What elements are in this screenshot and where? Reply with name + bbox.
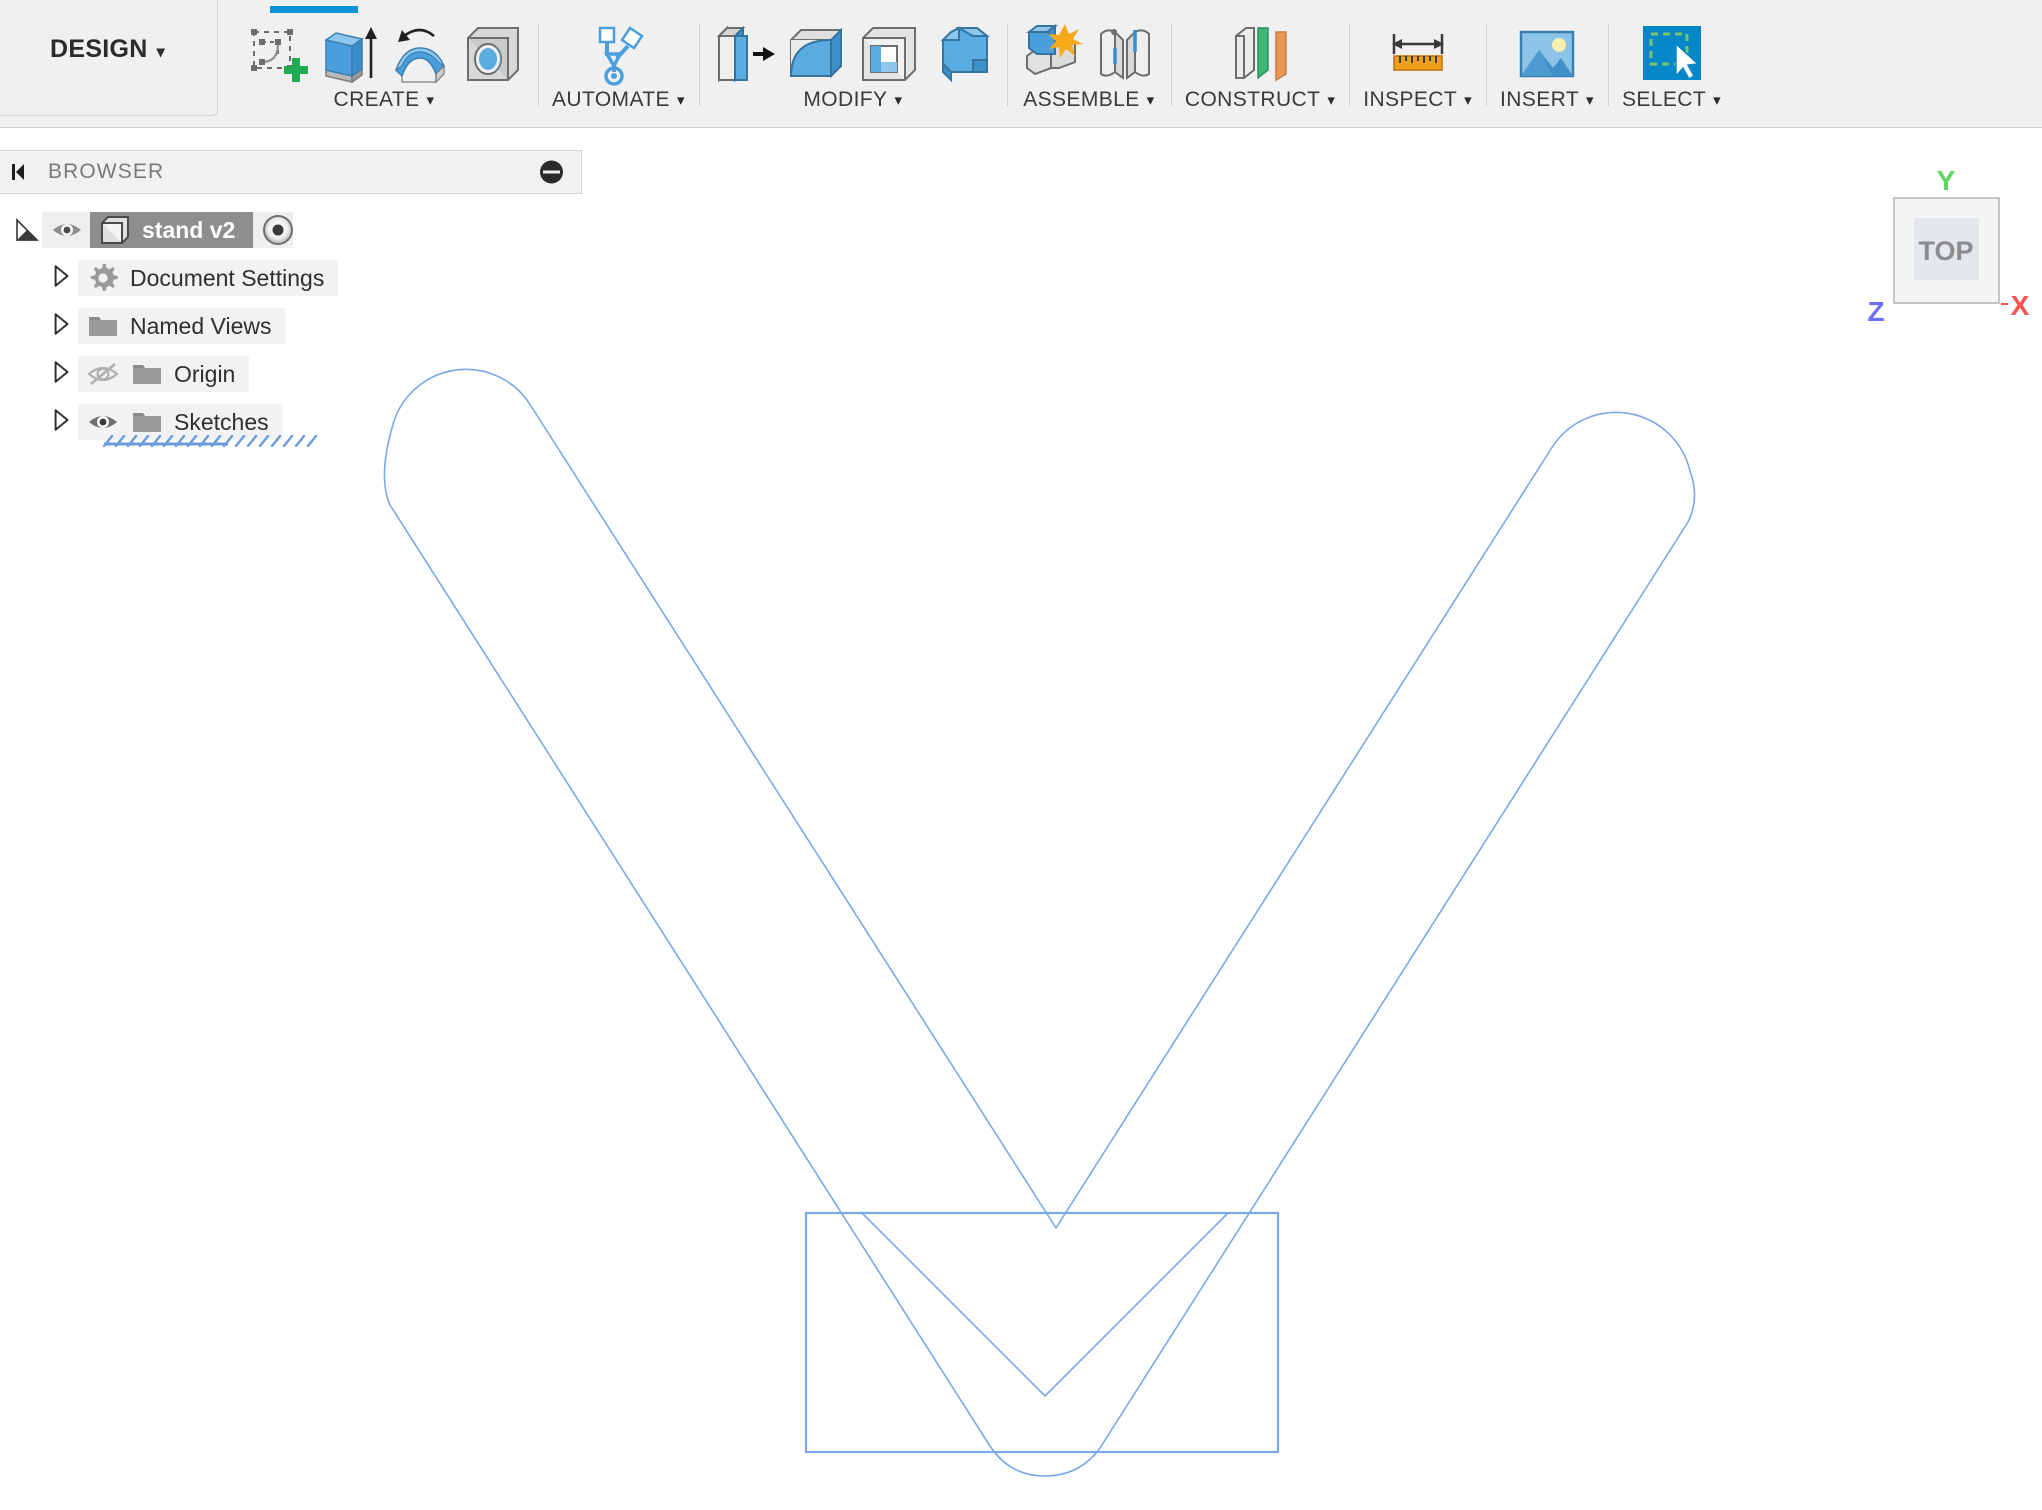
chevron-down-icon: ▾ bbox=[1713, 91, 1721, 109]
v-inner-vertex-path bbox=[862, 1213, 1228, 1396]
tree-row-named-views[interactable]: Named Views bbox=[0, 302, 582, 350]
panel-automate: AUTOMATE ▾ bbox=[538, 0, 699, 128]
extrude-icon[interactable] bbox=[316, 22, 380, 86]
v-slot-profile-path bbox=[384, 369, 1694, 1476]
ribbon-panels: CREATE ▾ bbox=[230, 0, 1735, 128]
folder-icon bbox=[130, 357, 164, 391]
workspace-menu-label: DESIGN bbox=[50, 35, 148, 63]
shell-icon[interactable] bbox=[857, 22, 921, 86]
panel-insert-label[interactable]: INSERT ▾ bbox=[1500, 88, 1594, 112]
panel-create: CREATE ▾ bbox=[230, 0, 538, 128]
insert-image-icon[interactable] bbox=[1515, 22, 1579, 86]
panel-assemble: ASSEMBLE ▾ bbox=[1007, 0, 1171, 128]
visibility-eye-off-icon[interactable] bbox=[86, 357, 120, 391]
expand-collapse-icon[interactable] bbox=[48, 359, 78, 389]
panel-select-label[interactable]: SELECT ▾ bbox=[1622, 88, 1721, 112]
visibility-eye-icon[interactable] bbox=[50, 213, 84, 247]
hole-icon[interactable] bbox=[460, 22, 524, 86]
measure-icon[interactable] bbox=[1386, 22, 1450, 86]
chevron-down-icon: ▾ bbox=[427, 91, 435, 109]
automated-modeling-icon[interactable] bbox=[586, 22, 650, 86]
chevron-down-icon: ▾ bbox=[1586, 91, 1594, 109]
select-window-icon[interactable] bbox=[1640, 22, 1704, 86]
press-pull-icon[interactable] bbox=[713, 22, 777, 86]
collapse-panel-icon[interactable] bbox=[8, 160, 32, 184]
ribbon-toolbar: SOLID SURFACE MESH SHEET METAL PLASTIC U… bbox=[0, 0, 2042, 128]
browser-title: BROWSER bbox=[48, 160, 164, 184]
chevron-down-icon: ▾ bbox=[157, 42, 165, 62]
expand-collapse-icon[interactable] bbox=[12, 215, 42, 245]
panel-inspect-label[interactable]: INSPECT ▾ bbox=[1363, 88, 1472, 112]
axis-label-y: Y bbox=[1937, 168, 1956, 196]
workspace-menu-button[interactable]: DESIGN ▾ bbox=[0, 0, 218, 116]
panel-modify-label[interactable]: MODIFY ▾ bbox=[803, 88, 902, 112]
axis-label-z: Z bbox=[1867, 296, 1884, 327]
chevron-down-icon: ▾ bbox=[894, 91, 902, 109]
create-sketch-icon[interactable] bbox=[244, 22, 308, 86]
tree-row-document-settings[interactable]: Document Settings bbox=[0, 254, 582, 302]
view-cube[interactable]: TOP Y X Z bbox=[1852, 168, 2042, 328]
revolve-icon[interactable] bbox=[388, 22, 452, 86]
panel-construct-label[interactable]: CONSTRUCT ▾ bbox=[1185, 88, 1335, 112]
joint-icon[interactable] bbox=[1093, 22, 1157, 86]
panel-automate-label[interactable]: AUTOMATE ▾ bbox=[552, 88, 685, 112]
combine-icon[interactable] bbox=[929, 22, 993, 86]
new-component-icon[interactable] bbox=[1021, 22, 1085, 86]
component-name-chip[interactable]: stand v2 bbox=[90, 212, 253, 248]
panel-create-label[interactable]: CREATE ▾ bbox=[334, 88, 435, 112]
fillet-icon[interactable] bbox=[785, 22, 849, 86]
tree-node-label: Named Views bbox=[130, 313, 271, 340]
gear-icon bbox=[86, 261, 120, 295]
tree-row-stand-v2[interactable]: stand v2 bbox=[0, 206, 582, 254]
minimize-icon[interactable] bbox=[540, 161, 563, 184]
activate-component-radio[interactable] bbox=[263, 215, 293, 245]
component-icon bbox=[98, 213, 132, 247]
expand-collapse-icon[interactable] bbox=[48, 263, 78, 293]
chevron-down-icon: ▾ bbox=[677, 91, 685, 109]
chevron-down-icon: ▾ bbox=[1464, 91, 1472, 109]
browser-tree: stand v2 bbox=[0, 194, 582, 446]
panel-inspect: INSPECT ▾ bbox=[1349, 0, 1486, 128]
folder-icon bbox=[86, 309, 120, 343]
axis-label-x: X bbox=[2011, 290, 2030, 321]
expand-collapse-icon[interactable] bbox=[48, 311, 78, 341]
panel-select: SELECT ▾ bbox=[1608, 0, 1735, 128]
tree-node-label: stand v2 bbox=[142, 217, 235, 244]
sketch-underlay-hatch bbox=[100, 424, 330, 450]
panel-construct: CONSTRUCT ▾ bbox=[1171, 0, 1349, 128]
tree-row-origin[interactable]: Origin bbox=[0, 350, 582, 398]
panel-assemble-label[interactable]: ASSEMBLE ▾ bbox=[1023, 88, 1154, 112]
browser-panel: BROWSER bbox=[0, 150, 582, 194]
viewcube-face-label: TOP bbox=[1918, 236, 1973, 266]
sketch-rectangle bbox=[806, 1213, 1278, 1452]
offset-plane-icon[interactable] bbox=[1228, 22, 1292, 86]
browser-header: BROWSER bbox=[0, 150, 582, 194]
tree-node-label: Origin bbox=[174, 361, 235, 388]
chevron-down-icon: ▾ bbox=[1147, 91, 1155, 109]
panel-insert: INSERT ▾ bbox=[1486, 0, 1608, 128]
expand-collapse-icon[interactable] bbox=[48, 407, 78, 437]
chevron-down-icon: ▾ bbox=[1327, 91, 1335, 109]
panel-modify: MODIFY ▾ bbox=[699, 0, 1007, 128]
tree-node-label: Document Settings bbox=[130, 265, 324, 292]
